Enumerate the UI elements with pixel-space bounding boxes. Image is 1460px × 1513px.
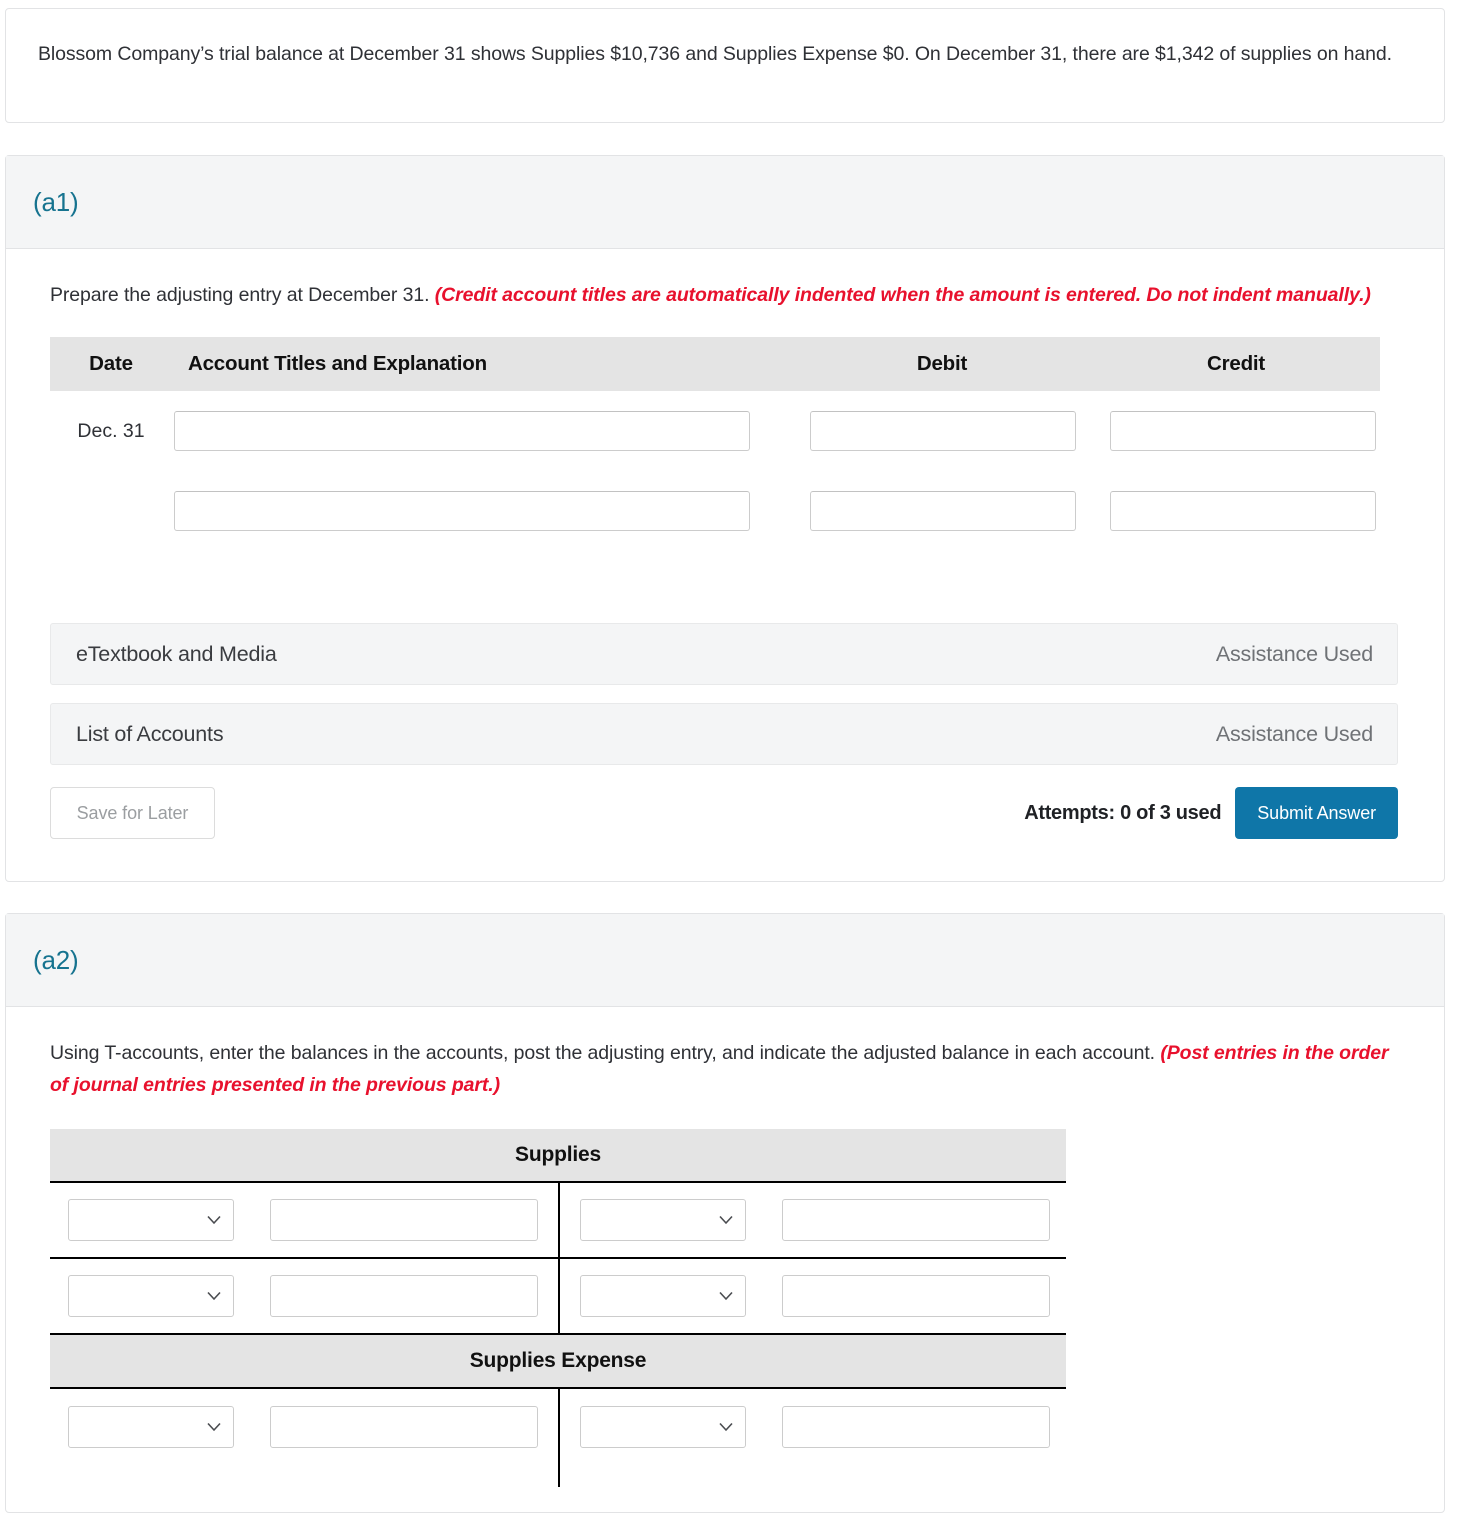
journal-row-2-account-cell (172, 471, 792, 551)
attempts-counter: Attempts: 0 of 3 used (1024, 801, 1222, 824)
part-a1-label: (a1) (33, 186, 79, 217)
taccount-supplies-expense-title: Supplies Expense (50, 1335, 1066, 1389)
chevron-down-icon (207, 1291, 221, 1301)
journal-header-debit: Debit (792, 337, 1092, 391)
taccount-supplies-row-1-credit-select[interactable] (580, 1199, 746, 1241)
list-of-accounts-label: List of Accounts (76, 721, 224, 746)
journal-row-1-account-cell (172, 391, 792, 471)
taccount-supplies-row-2-debit-side (50, 1259, 558, 1333)
taccount-supplies-expense-row-1 (50, 1389, 1066, 1465)
part-a2-header: (a2) (6, 914, 1444, 1007)
journal-row-1-credit-cell (1092, 391, 1380, 471)
journal-entry-table: Date Account Titles and Explanation Debi… (50, 337, 1380, 551)
part-a2-instructions: Using T-accounts, enter the balances in … (50, 1037, 1400, 1101)
taccount-supplies-row-2-credit-select[interactable] (580, 1275, 746, 1317)
action-bar: Save for Later Attempts: 0 of 3 used Sub… (50, 787, 1398, 839)
action-bar-right-group: Attempts: 0 of 3 used Submit Answer (1024, 787, 1398, 839)
taccount-supplies-row-1-credit-amount[interactable] (782, 1199, 1050, 1241)
taccount-supplies-row-2 (50, 1259, 1066, 1335)
chevron-down-icon (719, 1422, 733, 1432)
part-a2-card: (a2) Using T-accounts, enter the balance… (5, 913, 1445, 1513)
taccount-supplies-expense-row-1-credit-amount[interactable] (782, 1406, 1050, 1448)
taccount-supplies-row-2-credit-amount[interactable] (782, 1275, 1050, 1317)
part-a1-card: (a1) Prepare the adjusting entry at Dece… (5, 155, 1445, 882)
taccount-supplies-expense-row-1-debit-side (50, 1389, 558, 1465)
journal-row-1-debit-cell (792, 391, 1092, 471)
part-a2-instruction-plain: Using T-accounts, enter the balances in … (50, 1042, 1161, 1064)
taccount-supplies-expense-row-1-credit-select[interactable] (580, 1406, 746, 1448)
journal-row-2-credit-input[interactable] (1110, 491, 1376, 531)
journal-row-1-account-input[interactable] (174, 411, 750, 451)
taccount-supplies-expense-divider-tail (50, 1465, 1066, 1487)
journal-row-1-credit-input[interactable] (1110, 411, 1376, 451)
part-a2-label: (a2) (33, 944, 79, 975)
part-a1-header: (a1) (6, 156, 1444, 249)
part-a1-instruction-plain: Prepare the adjusting entry at December … (50, 284, 435, 306)
taccount-supplies-row-1-credit-side (558, 1183, 1066, 1257)
taccount-supplies-row-2-credit-side (558, 1259, 1066, 1333)
journal-row-2-debit-input[interactable] (810, 491, 1076, 531)
save-for-later-button[interactable]: Save for Later (50, 787, 215, 839)
taccount-supplies-row-1-debit-amount[interactable] (270, 1199, 538, 1241)
journal-table-header-row: Date Account Titles and Explanation Debi… (50, 337, 1380, 391)
problem-statement-card: Blossom Company’s trial balance at Decem… (5, 8, 1445, 123)
table-row: Dec. 31 (50, 391, 1380, 471)
list-of-accounts-assistance-status: Assistance Used (1215, 721, 1373, 746)
journal-row-1-debit-input[interactable] (810, 411, 1076, 451)
taccount-supplies-expense: Supplies Expense (50, 1335, 1066, 1487)
journal-row-2-date (50, 471, 172, 551)
taccount-supplies-expense-row-1-debit-select[interactable] (68, 1406, 234, 1448)
taccount-supplies-row-1 (50, 1183, 1066, 1259)
part-a1-instruction-emphasis: (Credit account titles are automatically… (434, 284, 1371, 306)
taccount-center-divider (558, 1465, 560, 1487)
submit-answer-button[interactable]: Submit Answer (1235, 787, 1398, 839)
journal-header-date: Date (50, 337, 172, 391)
taccount-supplies-expense-row-1-credit-side (558, 1389, 1066, 1465)
etextbook-assistance-status: Assistance Used (1215, 641, 1373, 666)
taccount-supplies-row-1-debit-select[interactable] (68, 1199, 234, 1241)
taccount-supplies-row-2-debit-select[interactable] (68, 1275, 234, 1317)
part-a1-body: Prepare the adjusting entry at December … (6, 249, 1444, 839)
etextbook-and-media-label: eTextbook and Media (76, 641, 277, 666)
journal-header-credit: Credit (1092, 337, 1380, 391)
etextbook-and-media-row[interactable]: eTextbook and Media Assistance Used (50, 623, 1398, 685)
journal-header-account: Account Titles and Explanation (172, 337, 792, 391)
part-a1-instructions: Prepare the adjusting entry at December … (50, 279, 1400, 311)
taccount-supplies-row-1-debit-side (50, 1183, 558, 1257)
taccount-supplies-expense-row-1-debit-amount[interactable] (270, 1406, 538, 1448)
chevron-down-icon (719, 1291, 733, 1301)
taccount-supplies: Supplies (50, 1129, 1066, 1335)
problem-statement-text: Blossom Company’s trial balance at Decem… (38, 43, 1392, 65)
part-a2-body: Using T-accounts, enter the balances in … (6, 1007, 1444, 1487)
chevron-down-icon (207, 1215, 221, 1225)
journal-row-2-account-input[interactable] (174, 491, 750, 531)
chevron-down-icon (207, 1422, 221, 1432)
list-of-accounts-row[interactable]: List of Accounts Assistance Used (50, 703, 1398, 765)
taccount-supplies-title: Supplies (50, 1129, 1066, 1183)
journal-row-2-debit-cell (792, 471, 1092, 551)
chevron-down-icon (719, 1215, 733, 1225)
taccount-supplies-row-2-debit-amount[interactable] (270, 1275, 538, 1317)
journal-row-2-credit-cell (1092, 471, 1380, 551)
journal-row-1-date: Dec. 31 (77, 419, 145, 442)
table-row (50, 471, 1380, 551)
